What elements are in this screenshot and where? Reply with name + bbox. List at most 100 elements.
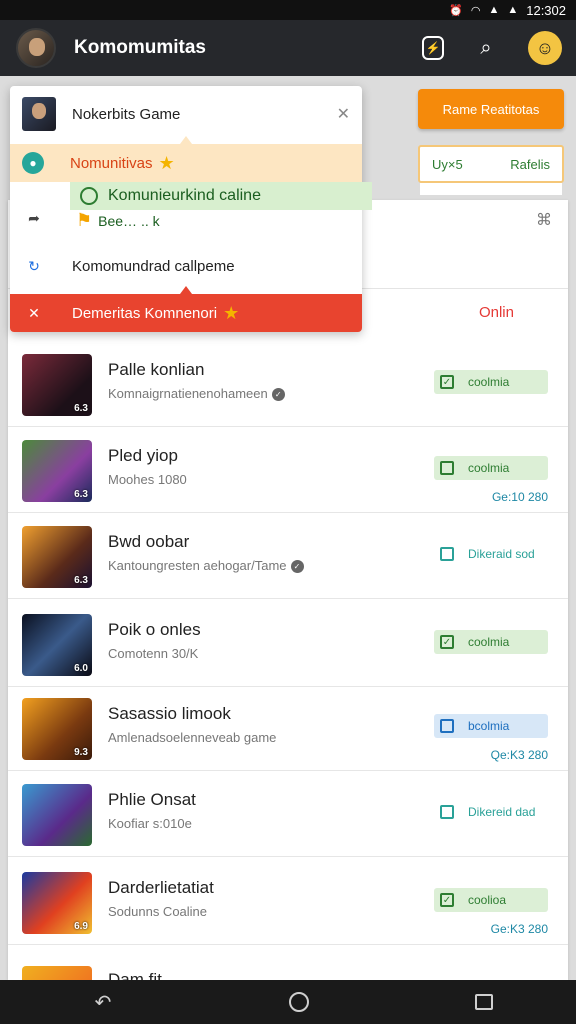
checkbox-icon	[440, 805, 454, 819]
green-tooltip[interactable]: Komunieurkind caline	[70, 182, 372, 210]
status-button-label: Dikereid dad	[468, 805, 536, 819]
list-item[interactable]: Phlie Onsat Koofiar s:010e Dikereid dad	[8, 776, 568, 856]
checkbox-icon	[440, 461, 454, 475]
list-item[interactable]: 6.0 Poik o onles Comotenn 30/K ✓ coolmia	[8, 606, 568, 686]
status-button-label: Dikeraid sod	[468, 547, 535, 561]
game-subtitle-text: Moohes 1080	[108, 472, 187, 487]
game-thumbnail[interactable]: 6.9	[22, 872, 92, 934]
game-thumbnail[interactable]: 9.3	[22, 698, 92, 760]
game-title: Phlie Onsat	[108, 790, 196, 809]
subtext: Bee… .. k	[98, 212, 160, 229]
game-subtitle: Komnaigrnatienenohameen ✓	[108, 386, 285, 402]
status-button[interactable]: ✓ coolmia	[434, 630, 548, 654]
status-button[interactable]: coolmia	[434, 456, 548, 480]
game-subtitle-text: Koofiar s:010e	[108, 816, 192, 831]
status-button[interactable]: Dikeraid sod	[434, 542, 548, 566]
list-item[interactable]: 6.3 Palle konlian Komnaigrnatienenohameen ✓…	[8, 346, 568, 426]
list-item[interactable]: 6.9 Darderlietatiat Sodunns Coaline ✓ coolio…	[8, 864, 568, 944]
game-thumbnail[interactable]: 6.0	[22, 614, 92, 676]
game-subtitle: Kantoungresten aehogar/Tame ✓	[108, 558, 304, 574]
popup-item-label: Demeritas Komnenori	[72, 304, 218, 322]
check-circle-icon	[80, 187, 98, 205]
status-button-label: coolmia	[468, 635, 510, 649]
wifi-icon: ◠	[470, 4, 481, 17]
divider	[8, 512, 568, 513]
tab-right[interactable]: Rafelis	[510, 157, 550, 172]
search-icon[interactable]: ⌕	[472, 34, 500, 62]
sync-icon: ↻	[28, 257, 40, 274]
status-button[interactable]: ✓ coolmia	[434, 370, 548, 394]
bolt-icon: ⚑	[76, 210, 93, 230]
close-icon: ✕	[28, 304, 40, 321]
status-button[interactable]: ✓ coolioa	[434, 888, 548, 912]
popup-header: Nokerbits Game ✕	[10, 86, 362, 142]
tab-left[interactable]: Uy×5	[432, 157, 463, 172]
system-nav-bar: ↶	[0, 980, 576, 1024]
dot-icon: ●	[22, 152, 44, 174]
status-button-label: coolmia	[468, 375, 510, 389]
back-icon[interactable]: ↶	[83, 990, 123, 1015]
game-subtitle: Sodunns Coaline	[108, 904, 207, 919]
divider	[8, 944, 568, 945]
divider	[8, 598, 568, 599]
rame-button[interactable]: Rame Reatitotas	[418, 89, 564, 129]
avatar[interactable]	[16, 28, 56, 68]
game-thumbnail[interactable]	[22, 784, 92, 846]
status-button[interactable]: bcolmia	[434, 714, 548, 738]
recents-icon[interactable]	[475, 994, 493, 1010]
profile-avatar[interactable]: ☺	[528, 31, 562, 65]
game-subtitle: Moohes 1080	[108, 472, 187, 487]
status-button[interactable]: Dikereid dad	[434, 800, 548, 824]
popup-thumbnail	[22, 97, 56, 131]
checkbox-icon: ✓	[440, 893, 454, 907]
tooltip-text: Komunieurkind caline	[108, 187, 261, 204]
checkbox-icon	[440, 719, 454, 733]
list-item[interactable]: 6.3 Bwd oobar Kantoungresten aehogar/Tame ✓…	[8, 518, 568, 598]
timestamp: Ge:10 280	[491, 490, 548, 504]
close-icon[interactable]: ✕	[337, 104, 350, 124]
divider	[8, 856, 568, 857]
green-subtext: ⚑ Bee… .. k	[76, 210, 160, 231]
game-thumbnail[interactable]: 6.3	[22, 526, 92, 588]
share-icon: ➦	[28, 209, 40, 226]
verified-icon: ✓	[271, 388, 285, 402]
game-thumbnail[interactable]: 6.3	[22, 440, 92, 502]
timestamp: Ge:K3 280	[490, 922, 548, 936]
home-icon[interactable]	[289, 992, 309, 1012]
game-title: Palle konlian	[108, 360, 205, 379]
rating-label: 6.9	[74, 921, 88, 932]
rating-label: 6.3	[74, 403, 88, 414]
list-item[interactable]: 6.3 Pled yiop Moohes 1080 coolmia Ge:10 280	[8, 432, 568, 512]
tab-card[interactable]: Uy×5 Rafelis	[418, 145, 564, 195]
status-time: 12:302	[526, 2, 566, 18]
star-icon: ★	[158, 152, 175, 173]
status-button-label: coolmia	[468, 461, 510, 475]
lightning-icon[interactable]: ⚡	[422, 36, 444, 60]
close-icon[interactable]: ⌘	[536, 210, 552, 230]
caret-icon	[180, 136, 192, 144]
app-bar: Komomumitas ⚡ ⌕ ☺	[0, 20, 576, 76]
game-subtitle: Koofiar s:010e	[108, 816, 192, 831]
status-button-label: coolioa	[468, 893, 507, 907]
divider	[8, 426, 568, 427]
popup-item-sync[interactable]: ↻ Komomundrad callpeme	[10, 244, 362, 288]
rating-label: 6.3	[74, 575, 88, 586]
divider	[8, 686, 568, 687]
online-label[interactable]: Onlin	[479, 304, 514, 321]
game-subtitle: Amlenadsoelenneveab game	[108, 730, 276, 745]
rating-label: 6.3	[74, 489, 88, 500]
list-item[interactable]: 9.3 Sasassio limook Amlenadsoelenneveab ga…	[8, 690, 568, 770]
checkbox-icon: ✓	[440, 635, 454, 649]
game-title: Darderlietatiat	[108, 878, 214, 897]
alarm-icon: ⏰	[449, 4, 463, 17]
game-thumbnail[interactable]: 6.3	[22, 354, 92, 416]
divider	[8, 770, 568, 771]
dropdown-popup: Nokerbits Game ✕ ● Nomunitivas ★ ➦ ↻ Kom…	[10, 86, 372, 332]
star-icon: ★	[223, 302, 240, 323]
game-subtitle-text: Amlenadsoelenneveab game	[108, 730, 277, 745]
signal-icon: ▲	[488, 4, 500, 16]
app-bar-actions: ⚡ ⌕ ☺	[422, 31, 562, 65]
popup-item-orange[interactable]: ● Nomunitivas ★	[10, 144, 362, 182]
popup-item-red[interactable]: ✕ Demeritas Komnenori ★	[10, 294, 362, 332]
popup-title: Nokerbits Game	[72, 105, 181, 123]
